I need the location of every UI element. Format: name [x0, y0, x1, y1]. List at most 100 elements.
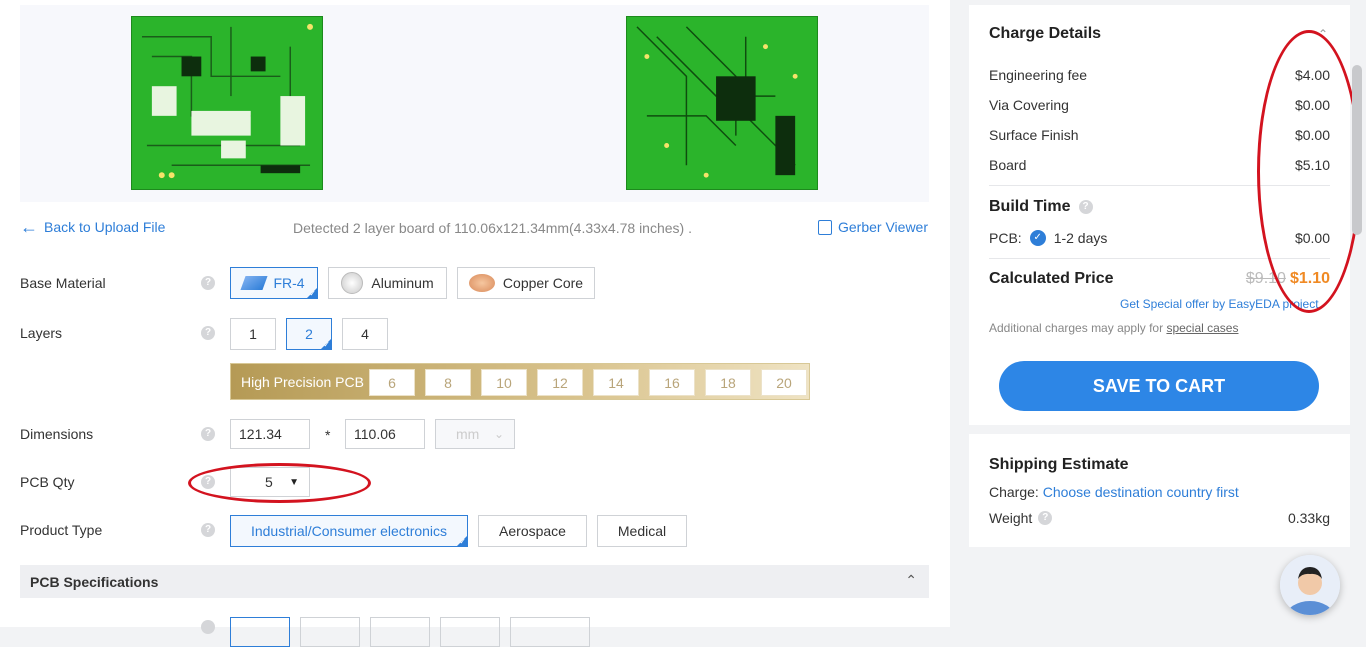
- order-form-panel: ← Back to Upload File Detected 2 layer b…: [0, 0, 950, 647]
- high-precision-bar: High Precision PCB 6 8 10 12 14 16 18 20: [230, 363, 810, 400]
- check-icon: ✓: [323, 340, 330, 349]
- dimension-height-input[interactable]: 110.06: [345, 419, 425, 449]
- choose-country-link[interactable]: Choose destination country first: [1043, 484, 1239, 500]
- copper-core-icon: [468, 274, 495, 292]
- aluminum-label: Aluminum: [371, 275, 434, 291]
- product-type-aerospace[interactable]: Aerospace: [478, 515, 587, 547]
- hp-layer-option[interactable]: 8: [425, 369, 471, 396]
- spec-option[interactable]: [370, 617, 430, 647]
- special-cases-link[interactable]: special cases: [1166, 321, 1238, 335]
- hp-layer-option[interactable]: 14: [593, 369, 639, 396]
- question-circle-icon[interactable]: ?: [201, 276, 215, 290]
- charge-value: $0.00: [1294, 97, 1330, 113]
- hp-layer-option[interactable]: 20: [761, 369, 807, 396]
- pcb-top-image: [131, 16, 323, 190]
- charge-details-card: Charge Details ⌃ Engineering fee $4.00 Vi…: [969, 5, 1350, 425]
- check-icon: ✓: [459, 537, 466, 546]
- charge-row: Engineering fee $4.00: [989, 67, 1330, 83]
- save-to-cart-button[interactable]: SAVE TO CART: [999, 361, 1319, 411]
- charge-value: $5.10: [1294, 157, 1330, 173]
- question-circle-icon[interactable]: [201, 620, 215, 634]
- hp-layer-option[interactable]: 12: [537, 369, 583, 396]
- gerber-viewer-link[interactable]: Gerber Viewer: [818, 219, 928, 235]
- gerber-preview: [20, 5, 929, 202]
- spec-option[interactable]: [510, 617, 590, 647]
- charge-value: $4.00: [1294, 67, 1330, 83]
- dimension-separator: *: [325, 427, 331, 443]
- arrow-left-icon: ←: [20, 217, 38, 237]
- pcb-specifications-header[interactable]: PCB Specifications ⌃: [20, 565, 929, 598]
- build-time-option[interactable]: PCB: ✓ 1-2 days: [989, 230, 1107, 246]
- layers-option-4[interactable]: 4: [342, 318, 388, 350]
- question-circle-icon[interactable]: ?: [201, 475, 215, 489]
- base-material-aluminum[interactable]: Aluminum: [328, 267, 447, 299]
- shipping-estimate-card: Shipping Estimate Charge: Choose destina…: [969, 434, 1350, 547]
- high-precision-label: High Precision PCB: [241, 374, 364, 390]
- hp-layer-option[interactable]: 16: [649, 369, 695, 396]
- calculated-price-label: Calculated Price: [989, 270, 1114, 287]
- unit-select[interactable]: mm ⌄: [435, 419, 515, 449]
- note-text: Additional charges may apply for: [989, 321, 1167, 335]
- pcb-qty-select[interactable]: 5 ▼: [230, 467, 310, 497]
- discounted-price: $1.10: [1289, 270, 1330, 287]
- layers-label: Layers: [20, 325, 63, 341]
- spec-option[interactable]: [230, 617, 290, 647]
- product-type-industrial[interactable]: Industrial/Consumer electronics ✓: [230, 515, 468, 547]
- product-type-medical[interactable]: Medical: [597, 515, 687, 547]
- fr4-label: FR-4: [273, 275, 305, 291]
- product-type-option-label: Medical: [617, 523, 667, 539]
- layers-option-label: 4: [361, 326, 369, 342]
- gerber-viewer-icon: [818, 219, 832, 235]
- chevron-down-icon: ▼: [289, 476, 299, 488]
- hp-layer-option[interactable]: 10: [481, 369, 527, 396]
- layers-option-2[interactable]: 2 ✓: [286, 318, 332, 350]
- product-type-option-label: Aerospace: [499, 523, 566, 539]
- question-circle-icon[interactable]: ?: [201, 326, 215, 340]
- product-type-label: Product Type: [20, 522, 103, 538]
- hp-layer-option[interactable]: 18: [705, 369, 751, 396]
- base-material-copper-core[interactable]: Copper Core: [457, 267, 595, 299]
- divider: [989, 185, 1330, 186]
- build-time-title: Build Time: [989, 198, 1071, 215]
- calculated-price-row: Calculated Price $9.10 $1.10: [989, 270, 1330, 288]
- dimensions-label: Dimensions: [20, 426, 94, 442]
- chevron-up-icon[interactable]: ⌃: [905, 572, 917, 589]
- shipping-charge-label: Charge:: [989, 484, 1039, 500]
- check-circle-icon: ✓: [1029, 230, 1046, 246]
- fr4-icon: [240, 276, 268, 290]
- build-time-value: $0.00: [1294, 230, 1330, 246]
- base-material-fr4[interactable]: FR-4 ✓: [230, 267, 318, 299]
- hp-layer-option[interactable]: 6: [369, 369, 415, 396]
- calculated-price-values: $9.10 $1.10: [1246, 270, 1330, 288]
- spec-option[interactable]: [440, 617, 500, 647]
- product-type-option-label: Industrial/Consumer electronics: [250, 523, 448, 539]
- back-to-upload-link[interactable]: ← Back to Upload File: [20, 217, 166, 237]
- detected-board-info: Detected 2 layer board of 110.06x121.34m…: [293, 220, 692, 236]
- chevron-up-icon[interactable]: ⌃: [1318, 27, 1328, 41]
- back-link-label: Back to Upload File: [44, 219, 166, 235]
- question-circle-icon[interactable]: ?: [1038, 511, 1053, 525]
- question-circle-icon[interactable]: ?: [201, 523, 215, 537]
- support-chat-avatar[interactable]: [1280, 555, 1340, 615]
- layers-option-1[interactable]: 1: [230, 318, 276, 350]
- chevron-down-icon: ⌄: [493, 427, 504, 441]
- question-circle-icon[interactable]: ?: [1078, 200, 1093, 214]
- charge-name: Surface Finish: [989, 127, 1079, 143]
- charge-row: Via Covering $0.00: [989, 97, 1330, 113]
- pcb-qty-label: PCB Qty: [20, 474, 75, 490]
- gerber-viewer-label: Gerber Viewer: [838, 219, 929, 235]
- charge-name: Engineering fee: [989, 67, 1088, 83]
- build-time-header: Build Time ?: [989, 198, 1093, 216]
- scrollbar[interactable]: [1352, 65, 1362, 235]
- question-circle-icon[interactable]: ?: [201, 427, 215, 441]
- base-material-label: Base Material: [20, 275, 106, 291]
- copper-core-label: Copper Core: [502, 275, 584, 291]
- build-time-row: PCB: ✓ 1-2 days $0.00: [989, 230, 1330, 246]
- spec-option[interactable]: [300, 617, 360, 647]
- special-offer-link[interactable]: Get Special offer by EasyEDA project: [1120, 297, 1319, 311]
- shipping-title: Shipping Estimate: [989, 456, 1129, 473]
- dimension-width-input[interactable]: 121.34: [230, 419, 310, 449]
- check-icon: ✓: [309, 289, 316, 298]
- layers-option-label: 1: [249, 326, 257, 342]
- layers-option-label: 2: [305, 326, 313, 342]
